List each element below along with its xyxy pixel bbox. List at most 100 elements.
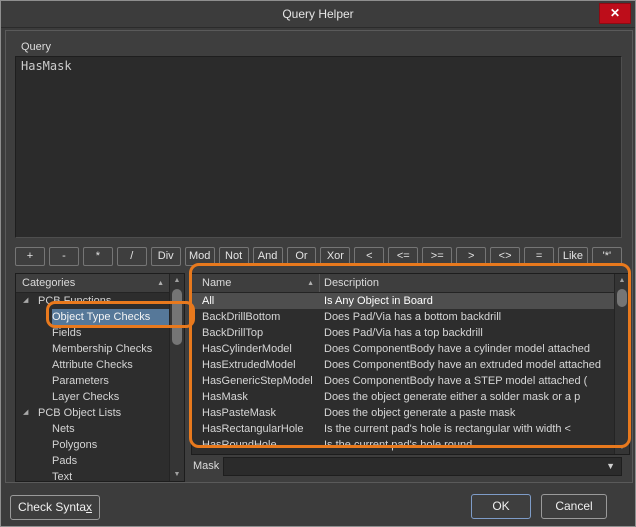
function-row-hasroundhole[interactable]: HasRoundHole Is the current pad's hole ro… <box>192 437 614 453</box>
mask-dropdown[interactable]: ▼ <box>223 457 622 476</box>
close-button[interactable]: ✕ <box>599 3 631 24</box>
category-item-text[interactable]: Text <box>16 469 169 481</box>
operator-button-3[interactable]: / <box>116 247 147 266</box>
scroll-down-icon[interactable]: ▼ <box>615 441 629 454</box>
category-item-object-type-checks[interactable]: Object Type Checks <box>16 309 169 325</box>
category-item-label: Object Type Checks <box>52 309 169 325</box>
check-syntax-mnemonic: x <box>86 500 93 514</box>
category-item-label: Nets <box>52 423 75 435</box>
functions-table-body: All Is Any Object in Board BackDrillBottom… <box>192 293 614 454</box>
description-column-label: Description <box>324 277 380 289</box>
category-item-pcb-object-lists[interactable]: ◢ PCB Object Lists <box>16 405 169 421</box>
operator-button-15[interactable]: = <box>524 247 554 266</box>
window-title: Query Helper <box>282 7 354 21</box>
function-row-haspastemask[interactable]: HasPasteMask Does the object generate a p… <box>192 405 614 421</box>
categories-tree: ◢ PCB Functions Object Type Checks Fields Me… <box>16 293 169 481</box>
operator-button-4[interactable]: Div <box>150 247 181 266</box>
cancel-button[interactable]: Cancel <box>541 494 607 519</box>
scroll-up-icon[interactable]: ▲ <box>170 274 184 287</box>
function-row-hasgenericstepmodel[interactable]: HasGenericStepModel Does ComponentBody ha… <box>192 373 614 389</box>
operator-button-12[interactable]: >= <box>422 247 453 266</box>
operator-button-6[interactable]: Not <box>218 247 249 266</box>
function-row-backdrillbottom[interactable]: BackDrillBottom Does Pad/Via has a bottom… <box>192 309 614 325</box>
operator-button-5[interactable]: Mod <box>184 247 215 266</box>
chevron-down-icon: ▼ <box>606 461 615 471</box>
category-item-polygons[interactable]: Polygons <box>16 437 169 453</box>
operator-button-8[interactable]: Or <box>286 247 317 266</box>
tree-expand-icon[interactable]: ◢ <box>23 293 33 309</box>
functions-table-scrollbar-thumb[interactable] <box>617 289 627 307</box>
operator-button-2[interactable]: * <box>82 247 113 266</box>
operator-button-9[interactable]: Xor <box>320 247 351 266</box>
function-description-cell: Does ComponentBody have an extruded mode… <box>324 359 602 371</box>
tree-expand-icon[interactable]: ◢ <box>23 405 33 421</box>
category-item-fields[interactable]: Fields <box>16 325 169 341</box>
function-name-cell: All <box>202 295 215 307</box>
category-item-label: PCB Object Lists <box>38 407 122 419</box>
category-item-label: Attribute Checks <box>52 359 133 371</box>
category-item-membership-checks[interactable]: Membership Checks <box>16 341 169 357</box>
operator-button-13[interactable]: > <box>456 247 487 266</box>
category-item-label: Layer Checks <box>52 391 120 403</box>
name-column-label: Name <box>202 277 232 289</box>
function-row-hascylindermodel[interactable]: HasCylinderModel Does ComponentBody have … <box>192 341 614 357</box>
categories-header[interactable]: Categories ▲ <box>16 274 169 293</box>
function-name-cell: HasGenericStepModel <box>202 375 313 387</box>
categories-panel: Categories ▲ ◢ PCB Functions Object Type C… <box>15 273 185 482</box>
category-item-layer-checks[interactable]: Layer Checks <box>16 389 169 405</box>
sort-ascending-icon: ▲ <box>307 279 314 287</box>
operator-button-7[interactable]: And <box>252 247 283 266</box>
function-description-cell: Does Pad/Via has a bottom backdrill <box>324 311 502 323</box>
function-description-cell: Is Any Object in Board <box>324 295 433 307</box>
function-name-cell: HasExtrudedModel <box>202 359 296 371</box>
function-description-cell: Does the object generate either a solder… <box>324 391 581 403</box>
check-syntax-button[interactable]: Check Syntax <box>10 495 100 520</box>
function-name-cell: HasRoundHole <box>202 439 277 451</box>
function-description-cell: Does the object generate a paste mask <box>324 407 516 419</box>
category-item-label: Text <box>52 471 73 481</box>
category-item-parameters[interactable]: Parameters <box>16 373 169 389</box>
category-item-label: Pads <box>52 455 78 467</box>
scroll-up-icon[interactable]: ▲ <box>615 274 629 287</box>
functions-table-scrollbar[interactable]: ▲ ▼ <box>614 274 629 454</box>
operator-button-0[interactable]: + <box>15 247 45 266</box>
function-name-cell: HasPasteMask <box>202 407 276 419</box>
query-input[interactable]: HasMask <box>15 56 622 238</box>
query-label: Query <box>21 41 51 53</box>
function-row-backdrilltop[interactable]: BackDrillTop Does Pad/Via has a top backd… <box>192 325 614 341</box>
ok-button[interactable]: OK <box>471 494 531 519</box>
check-syntax-label: Check Synta <box>17 500 87 514</box>
operator-toolbar: + - * / Div Mod Not And Or Xor < <= >= > <> = Like '*' <box>15 247 622 266</box>
function-name-cell: HasMask <box>202 391 248 403</box>
function-name-cell: BackDrillTop <box>202 327 264 339</box>
operator-button-1[interactable]: - <box>48 247 79 266</box>
function-description-cell: Is the current pad's hole round <box>324 439 473 451</box>
category-item-label: Polygons <box>52 439 98 451</box>
operator-button-16[interactable]: Like <box>558 247 588 266</box>
categories-scrollbar-thumb[interactable] <box>172 289 182 345</box>
scroll-down-icon[interactable]: ▼ <box>170 468 184 481</box>
category-item-attribute-checks[interactable]: Attribute Checks <box>16 357 169 373</box>
function-row-hasrectangularhole[interactable]: HasRectangularHole Is the current pad's h… <box>192 421 614 437</box>
function-row-hasmask[interactable]: HasMask Does the object generate either a… <box>192 389 614 405</box>
category-item-label: Parameters <box>52 375 109 387</box>
category-item-nets[interactable]: Nets <box>16 421 169 437</box>
mask-label: Mask <box>193 460 220 472</box>
operator-button-11[interactable]: <= <box>388 247 419 266</box>
categories-scrollbar[interactable]: ▲ ▼ <box>169 274 184 481</box>
functions-table-header: Name ▲ Description <box>192 274 614 293</box>
description-column-header[interactable]: Description <box>320 277 614 289</box>
operator-button-10[interactable]: < <box>354 247 385 266</box>
function-row-hasextrudedmodel[interactable]: HasExtrudedModel Does ComponentBody have … <box>192 357 614 373</box>
name-column-header[interactable]: Name ▲ <box>192 274 320 292</box>
function-row-all[interactable]: All Is Any Object in Board <box>192 293 614 309</box>
operator-button-14[interactable]: <> <box>490 247 521 266</box>
functions-table-panel: Name ▲ Description All Is Any Object in B… <box>191 273 630 455</box>
category-item-label: PCB Functions <box>38 295 112 307</box>
function-name-cell: HasCylinderModel <box>202 343 292 355</box>
function-description-cell: Does ComponentBody have a STEP model att… <box>324 375 588 387</box>
category-item-pcb-functions[interactable]: ◢ PCB Functions <box>16 293 169 309</box>
operator-button-17[interactable]: '*' <box>591 247 622 266</box>
category-item-pads[interactable]: Pads <box>16 453 169 469</box>
title-bar[interactable]: Query Helper ✕ <box>1 1 635 28</box>
